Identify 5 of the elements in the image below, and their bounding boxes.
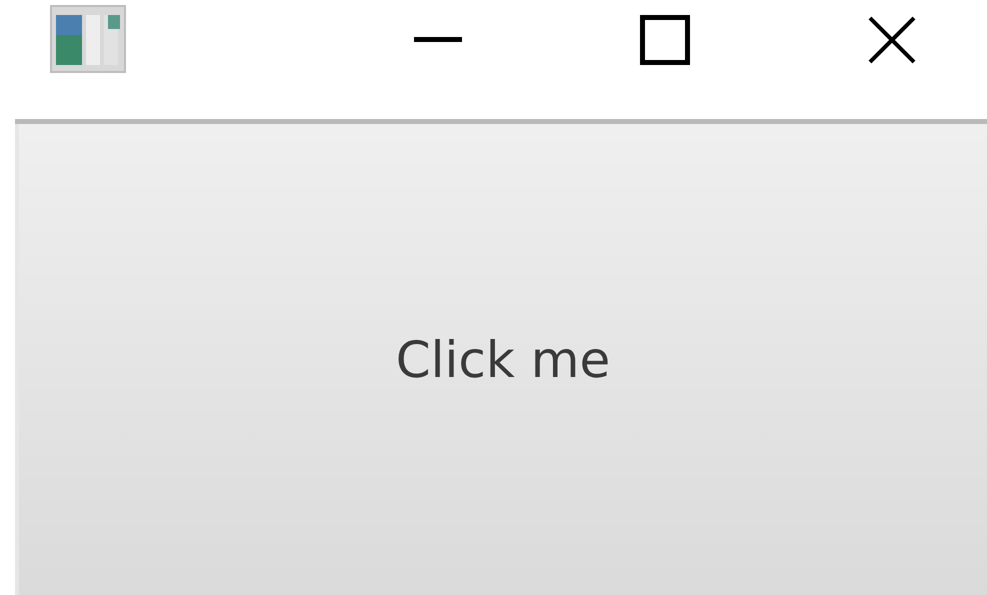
app-icon	[50, 5, 126, 73]
maximize-icon	[640, 15, 690, 65]
close-icon	[868, 16, 916, 64]
click-button[interactable]: Click me	[15, 124, 987, 595]
minimize-icon	[414, 37, 462, 43]
